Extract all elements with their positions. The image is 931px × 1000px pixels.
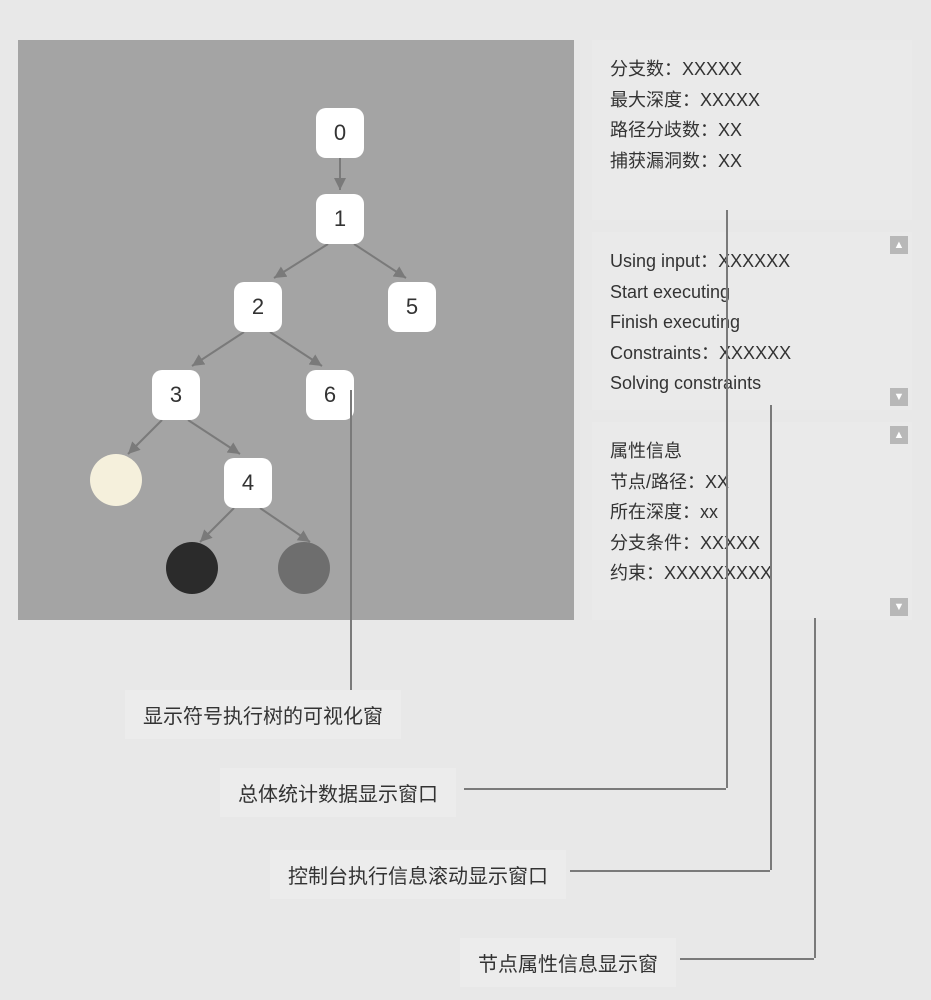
tree-node-0[interactable]: 0: [316, 108, 364, 158]
callout-connector: [464, 788, 726, 790]
tree-node-3[interactable]: 3: [152, 370, 200, 420]
callout-console-panel: 控制台执行信息滚动显示窗口: [270, 850, 566, 899]
console-value: XXXXXX: [719, 343, 791, 363]
tree-leaf-light[interactable]: [90, 454, 142, 506]
tree-node-4[interactable]: 4: [224, 458, 272, 508]
tree-node-1[interactable]: 1: [316, 194, 364, 244]
attr-depth: 所在深度：xx: [610, 497, 894, 528]
console-line: Solving constraints: [610, 368, 894, 399]
attr-value: xx: [700, 502, 718, 522]
console-line: Using input：XXXXXX: [610, 246, 894, 277]
console-line: Constraints：XXXXXX: [610, 338, 894, 369]
stat-value: XX: [718, 151, 742, 171]
attr-label: 节点/路径：: [610, 472, 705, 492]
console-line: Finish executing: [610, 307, 894, 338]
attr-constraint: 约束：XXXXXXXXX: [610, 558, 894, 589]
callout-attrs-panel: 节点属性信息显示窗: [460, 938, 676, 987]
console-label: Constraints：: [610, 343, 719, 363]
stat-label: 路径分歧数：: [610, 120, 718, 140]
callout-connector: [350, 390, 352, 690]
scroll-up-icon[interactable]: ▲: [890, 426, 908, 444]
scroll-down-icon[interactable]: ▼: [890, 598, 908, 616]
stat-caught-vulns: 捕获漏洞数：XX: [610, 146, 894, 177]
callout-connector: [570, 870, 770, 872]
symbolic-execution-tree-panel[interactable]: 0 1 2 5 3 6 4: [18, 40, 574, 620]
stat-value: XX: [718, 120, 742, 140]
stat-max-depth: 最大深度：XXXXX: [610, 85, 894, 116]
callout-connector: [726, 210, 728, 788]
stat-value: XXXXX: [682, 59, 742, 79]
tree-node-5[interactable]: 5: [388, 282, 436, 332]
stat-label: 捕获漏洞数：: [610, 151, 718, 171]
attr-label: 所在深度：: [610, 502, 700, 522]
tree-leaf-gray[interactable]: [278, 542, 330, 594]
stat-branch-count: 分支数：XXXXX: [610, 54, 894, 85]
callout-stats-panel: 总体统计数据显示窗口: [220, 768, 456, 817]
attr-node-path: 节点/路径：XX: [610, 467, 894, 498]
console-value: XXXXXX: [718, 251, 790, 271]
stat-label: 最大深度：: [610, 90, 700, 110]
stats-panel: 分支数：XXXXX 最大深度：XXXXX 路径分歧数：XX 捕获漏洞数：XX: [592, 40, 912, 220]
callout-connector: [770, 405, 772, 870]
tree-node-2[interactable]: 2: [234, 282, 282, 332]
attr-value: XXXXX: [700, 533, 760, 553]
attr-branch-cond: 分支条件：XXXXX: [610, 528, 894, 559]
callout-tree-panel: 显示符号执行树的可视化窗: [125, 690, 401, 739]
tree-node-6[interactable]: 6: [306, 370, 354, 420]
stat-label: 分支数：: [610, 59, 682, 79]
attr-value: XXXXXXXXX: [664, 563, 772, 583]
scroll-down-icon[interactable]: ▼: [890, 388, 908, 406]
attributes-panel: ▲ 属性信息 节点/路径：XX 所在深度：xx 分支条件：XXXXX 约束：XX…: [592, 422, 912, 620]
scroll-up-icon[interactable]: ▲: [890, 236, 908, 254]
attributes-title: 属性信息: [610, 436, 894, 467]
attr-label: 分支条件：: [610, 533, 700, 553]
console-panel: ▲ Using input：XXXXXX Start executing Fin…: [592, 232, 912, 410]
console-line: Start executing: [610, 277, 894, 308]
attr-label: 约束：: [610, 563, 664, 583]
callout-connector: [814, 618, 816, 958]
tree-edges: [18, 40, 574, 620]
stat-path-divergence: 路径分歧数：XX: [610, 115, 894, 146]
stat-value: XXXXX: [700, 90, 760, 110]
console-label: Using input：: [610, 251, 718, 271]
tree-leaf-dark[interactable]: [166, 542, 218, 594]
callout-connector: [680, 958, 814, 960]
